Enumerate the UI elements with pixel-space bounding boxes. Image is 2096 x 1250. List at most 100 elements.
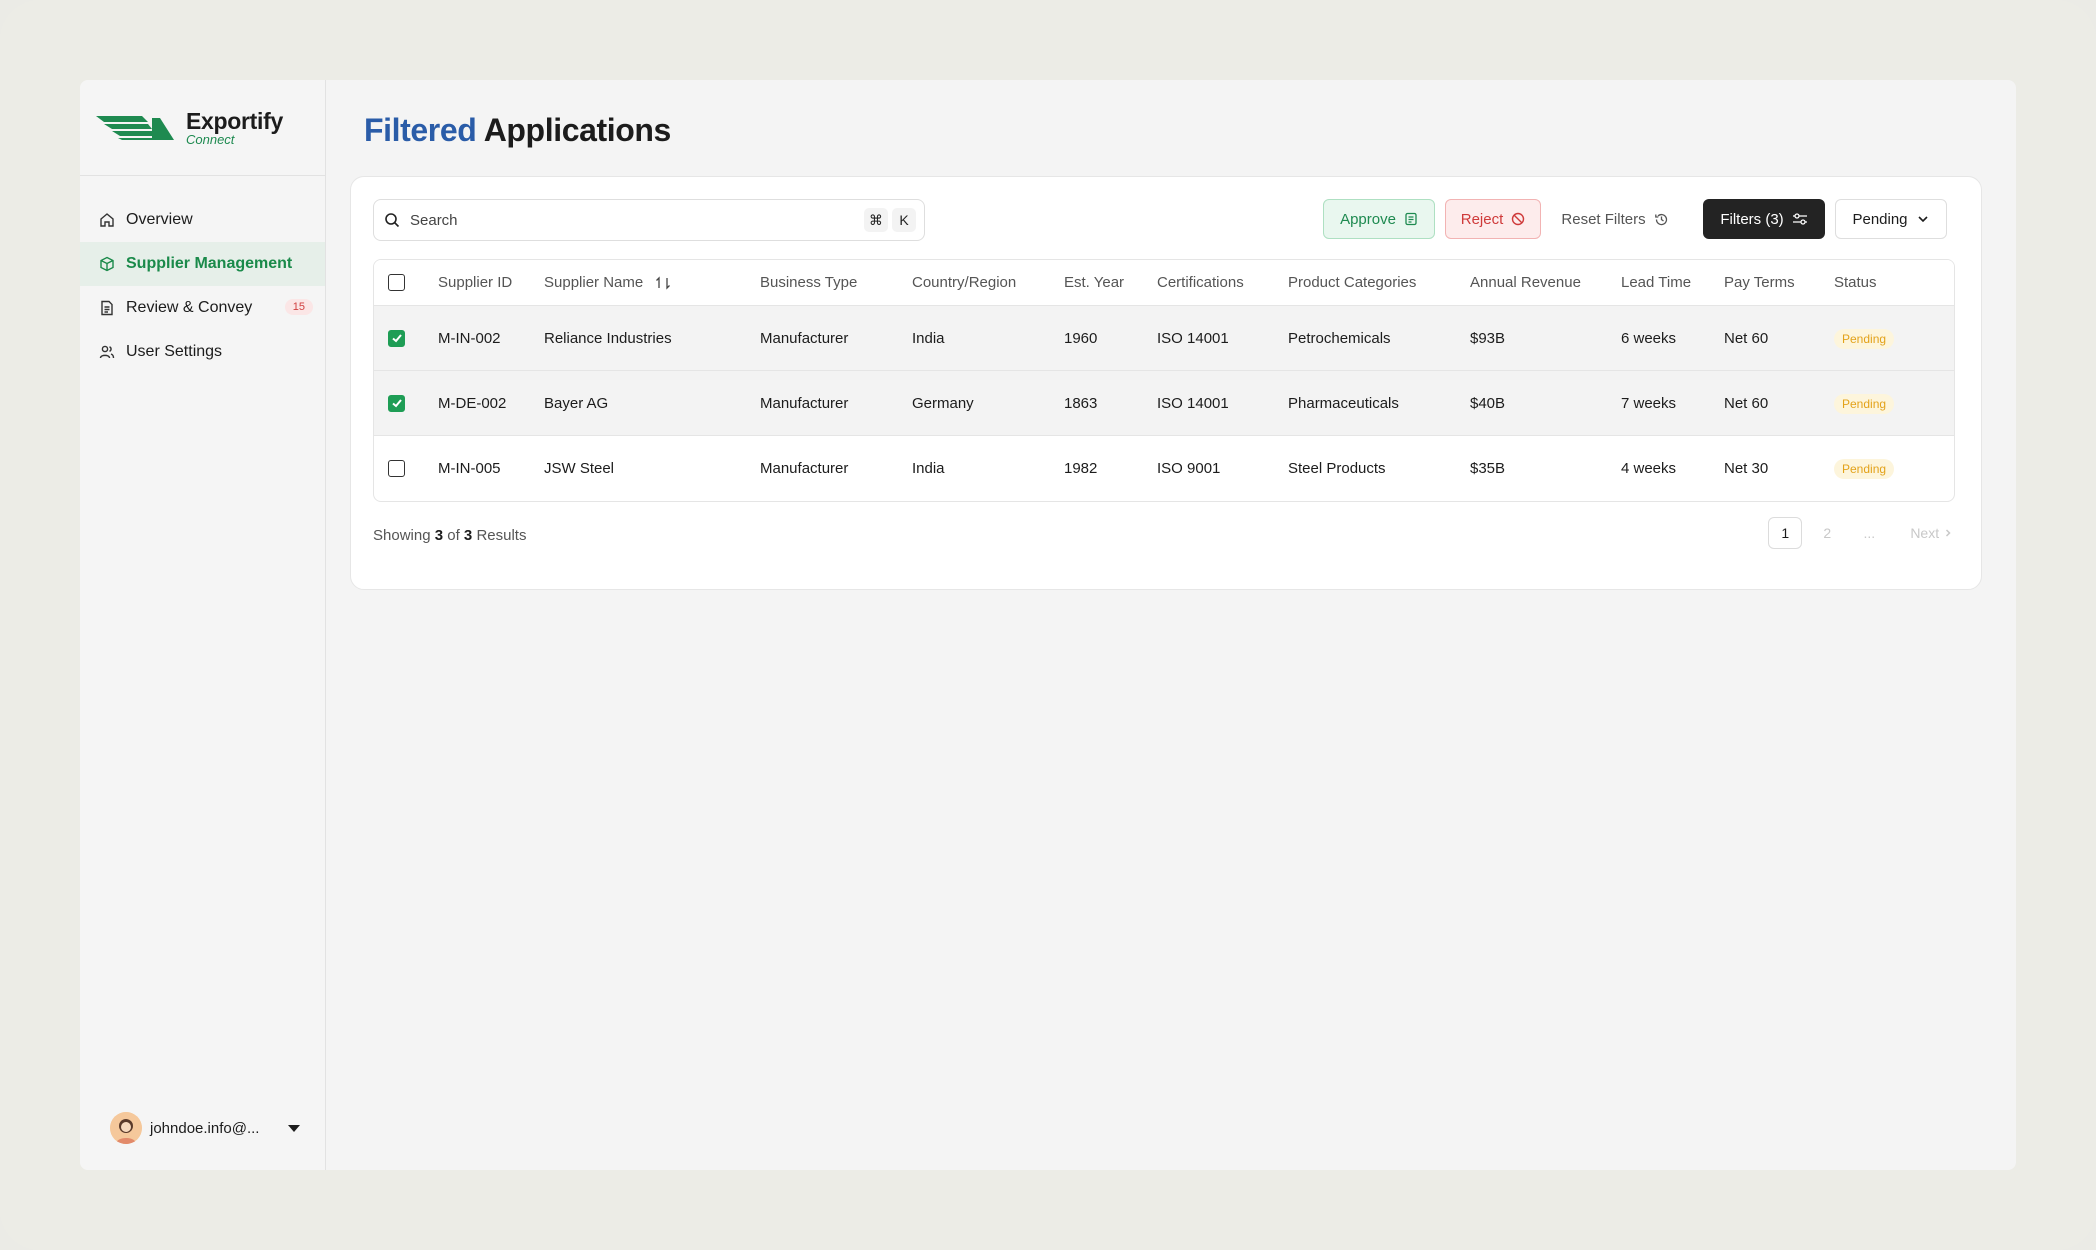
cell-lead-time: 7 weeks (1621, 371, 1724, 436)
logo[interactable]: Exportify Connect (80, 80, 325, 176)
row-select-cell (374, 306, 438, 371)
app-window: Exportify Connect Overview Supplier Mana… (80, 80, 2016, 1170)
cell-pay-terms: Net 60 (1724, 371, 1834, 436)
users-icon (98, 343, 116, 361)
select-all-cell (374, 260, 438, 306)
table-row[interactable]: M-IN-005 JSW Steel Manufacturer India 19… (374, 436, 1954, 501)
user-email: johndoe.info@... (150, 1119, 260, 1137)
results-count: 3 (434, 527, 444, 544)
caret-down-icon (288, 1124, 300, 1132)
cell-status: Pending (1834, 436, 1954, 501)
search-input[interactable] (410, 211, 850, 229)
cell-annual-revenue: $93B (1470, 306, 1621, 371)
search-icon (385, 213, 400, 228)
row-checkbox[interactable] (388, 329, 405, 347)
checkmark-icon (391, 399, 402, 408)
approve-document-icon (1405, 212, 1417, 226)
sidebar-item-label: Overview (126, 211, 193, 228)
column-header[interactable]: Business Type (760, 260, 912, 306)
sidebar-item-overview[interactable]: Overview (80, 198, 325, 242)
cell-country: India (912, 460, 945, 477)
logo-wings-icon (96, 115, 174, 140)
cell-country: Germany (912, 371, 1064, 436)
page-button-2[interactable]: 2 (1810, 517, 1844, 549)
next-label: Next (1910, 525, 1940, 541)
page-ellipsis: ... (1863, 525, 1876, 541)
sidebar: Exportify Connect Overview Supplier Mana… (80, 80, 326, 1170)
cell-certifications: ISO 14001 (1157, 306, 1288, 371)
reject-label: Reject (1460, 210, 1504, 228)
sidebar-item-label: Supplier Management (126, 255, 293, 272)
status-select-value: Pending (1852, 210, 1908, 228)
sidebar-item-review-convey[interactable]: Review & Convey 15 (80, 286, 325, 330)
cell-product-categories: Steel Products (1288, 460, 1386, 477)
row-checkbox[interactable] (388, 460, 405, 478)
cell-status: Pending (1834, 306, 1954, 371)
column-header[interactable]: Annual Revenue (1470, 260, 1621, 306)
column-header[interactable]: Product Categories (1288, 260, 1470, 306)
ban-icon (1512, 212, 1525, 226)
column-header[interactable]: Est. Year (1064, 260, 1157, 306)
row-select-cell (374, 436, 438, 501)
next-page-button[interactable]: Next (1910, 525, 1953, 541)
cell-certifications: ISO 9001 (1157, 460, 1221, 477)
table-row[interactable]: M-DE-002 Bayer AG Manufacturer Germany 1… (374, 371, 1954, 436)
command-key-icon: ⌘ (864, 208, 888, 232)
reject-button[interactable]: Reject (1445, 199, 1541, 239)
cell-business-type: Manufacturer (760, 371, 912, 436)
cell-pay-terms: Net 60 (1724, 306, 1834, 371)
sort-icon[interactable] (655, 276, 671, 290)
cell-supplier-name: Bayer AG (544, 371, 760, 436)
reset-filters-label: Reset Filters (1561, 210, 1646, 228)
row-checkbox[interactable] (388, 394, 405, 412)
column-header[interactable]: Pay Terms (1724, 260, 1834, 306)
sidebar-item-label: User Settings (126, 343, 223, 360)
shortcut-key: K (892, 208, 916, 232)
column-header[interactable]: Status (1834, 260, 1954, 306)
column-header[interactable]: Certifications (1157, 260, 1288, 306)
page-button-1[interactable]: 1 (1768, 517, 1803, 549)
select-all-checkbox[interactable] (388, 274, 405, 292)
cell-business-type: Manufacturer (760, 460, 849, 477)
page-title-highlight: Filtered (364, 112, 477, 148)
user-menu[interactable]: johndoe.info@... (110, 1112, 300, 1144)
search-box[interactable]: ⌘ K (373, 199, 925, 241)
home-icon (98, 211, 116, 229)
table-row[interactable]: M-IN-002 Reliance Industries Manufacture… (374, 306, 1954, 371)
main-content: Filtered Applications ⌘ K Approve (326, 80, 2016, 1170)
brand-subtitle: Connect (186, 131, 235, 147)
cell-annual-revenue: $35B (1470, 460, 1506, 477)
sidebar-item-label: Review & Convey (126, 299, 253, 316)
column-header-sortable[interactable]: Supplier Name (544, 260, 760, 306)
approve-button[interactable]: Approve (1323, 199, 1435, 239)
sidebar-item-supplier-management[interactable]: Supplier Management (80, 242, 325, 286)
table-header-row: Supplier ID Supplier Name Business Type … (374, 260, 1954, 306)
sidebar-item-user-settings[interactable]: User Settings (80, 330, 325, 374)
column-header[interactable]: Country/Region (912, 260, 1064, 306)
cell-supplier-id: M-IN-005 (438, 460, 501, 477)
applications-card: ⌘ K Approve Reject Reset Filters (350, 176, 1982, 590)
checkmark-icon (391, 334, 402, 343)
reset-filters-button[interactable]: Reset Filters (1553, 199, 1677, 239)
approve-label: Approve (1340, 210, 1396, 228)
page-title: Filtered Applications (364, 112, 671, 149)
cell-pay-terms: Net 30 (1724, 460, 1769, 477)
cell-product-categories: Petrochemicals (1288, 306, 1470, 371)
cell-supplier-name: JSW Steel (544, 460, 615, 477)
toolbar: ⌘ K Approve Reject Reset Filters (373, 199, 1959, 243)
filters-button[interactable]: Filters (3) (1703, 199, 1825, 239)
results-of: of (447, 527, 460, 544)
package-icon (98, 255, 116, 273)
column-header[interactable]: Supplier ID (438, 260, 544, 306)
keyboard-shortcut: ⌘ K (864, 208, 916, 232)
status-select[interactable]: Pending (1835, 199, 1947, 239)
column-header[interactable]: Lead Time (1621, 260, 1724, 306)
status-badge: Pending (1834, 393, 1895, 414)
cell-supplier-id: M-DE-002 (438, 371, 544, 436)
cell-country: India (912, 306, 1064, 371)
chevron-right-icon (1945, 529, 1951, 537)
cell-lead-time: 6 weeks (1621, 306, 1724, 371)
page-title-rest: Applications (483, 112, 672, 148)
document-icon (98, 299, 116, 317)
cell-product-categories: Pharmaceuticals (1288, 371, 1470, 436)
